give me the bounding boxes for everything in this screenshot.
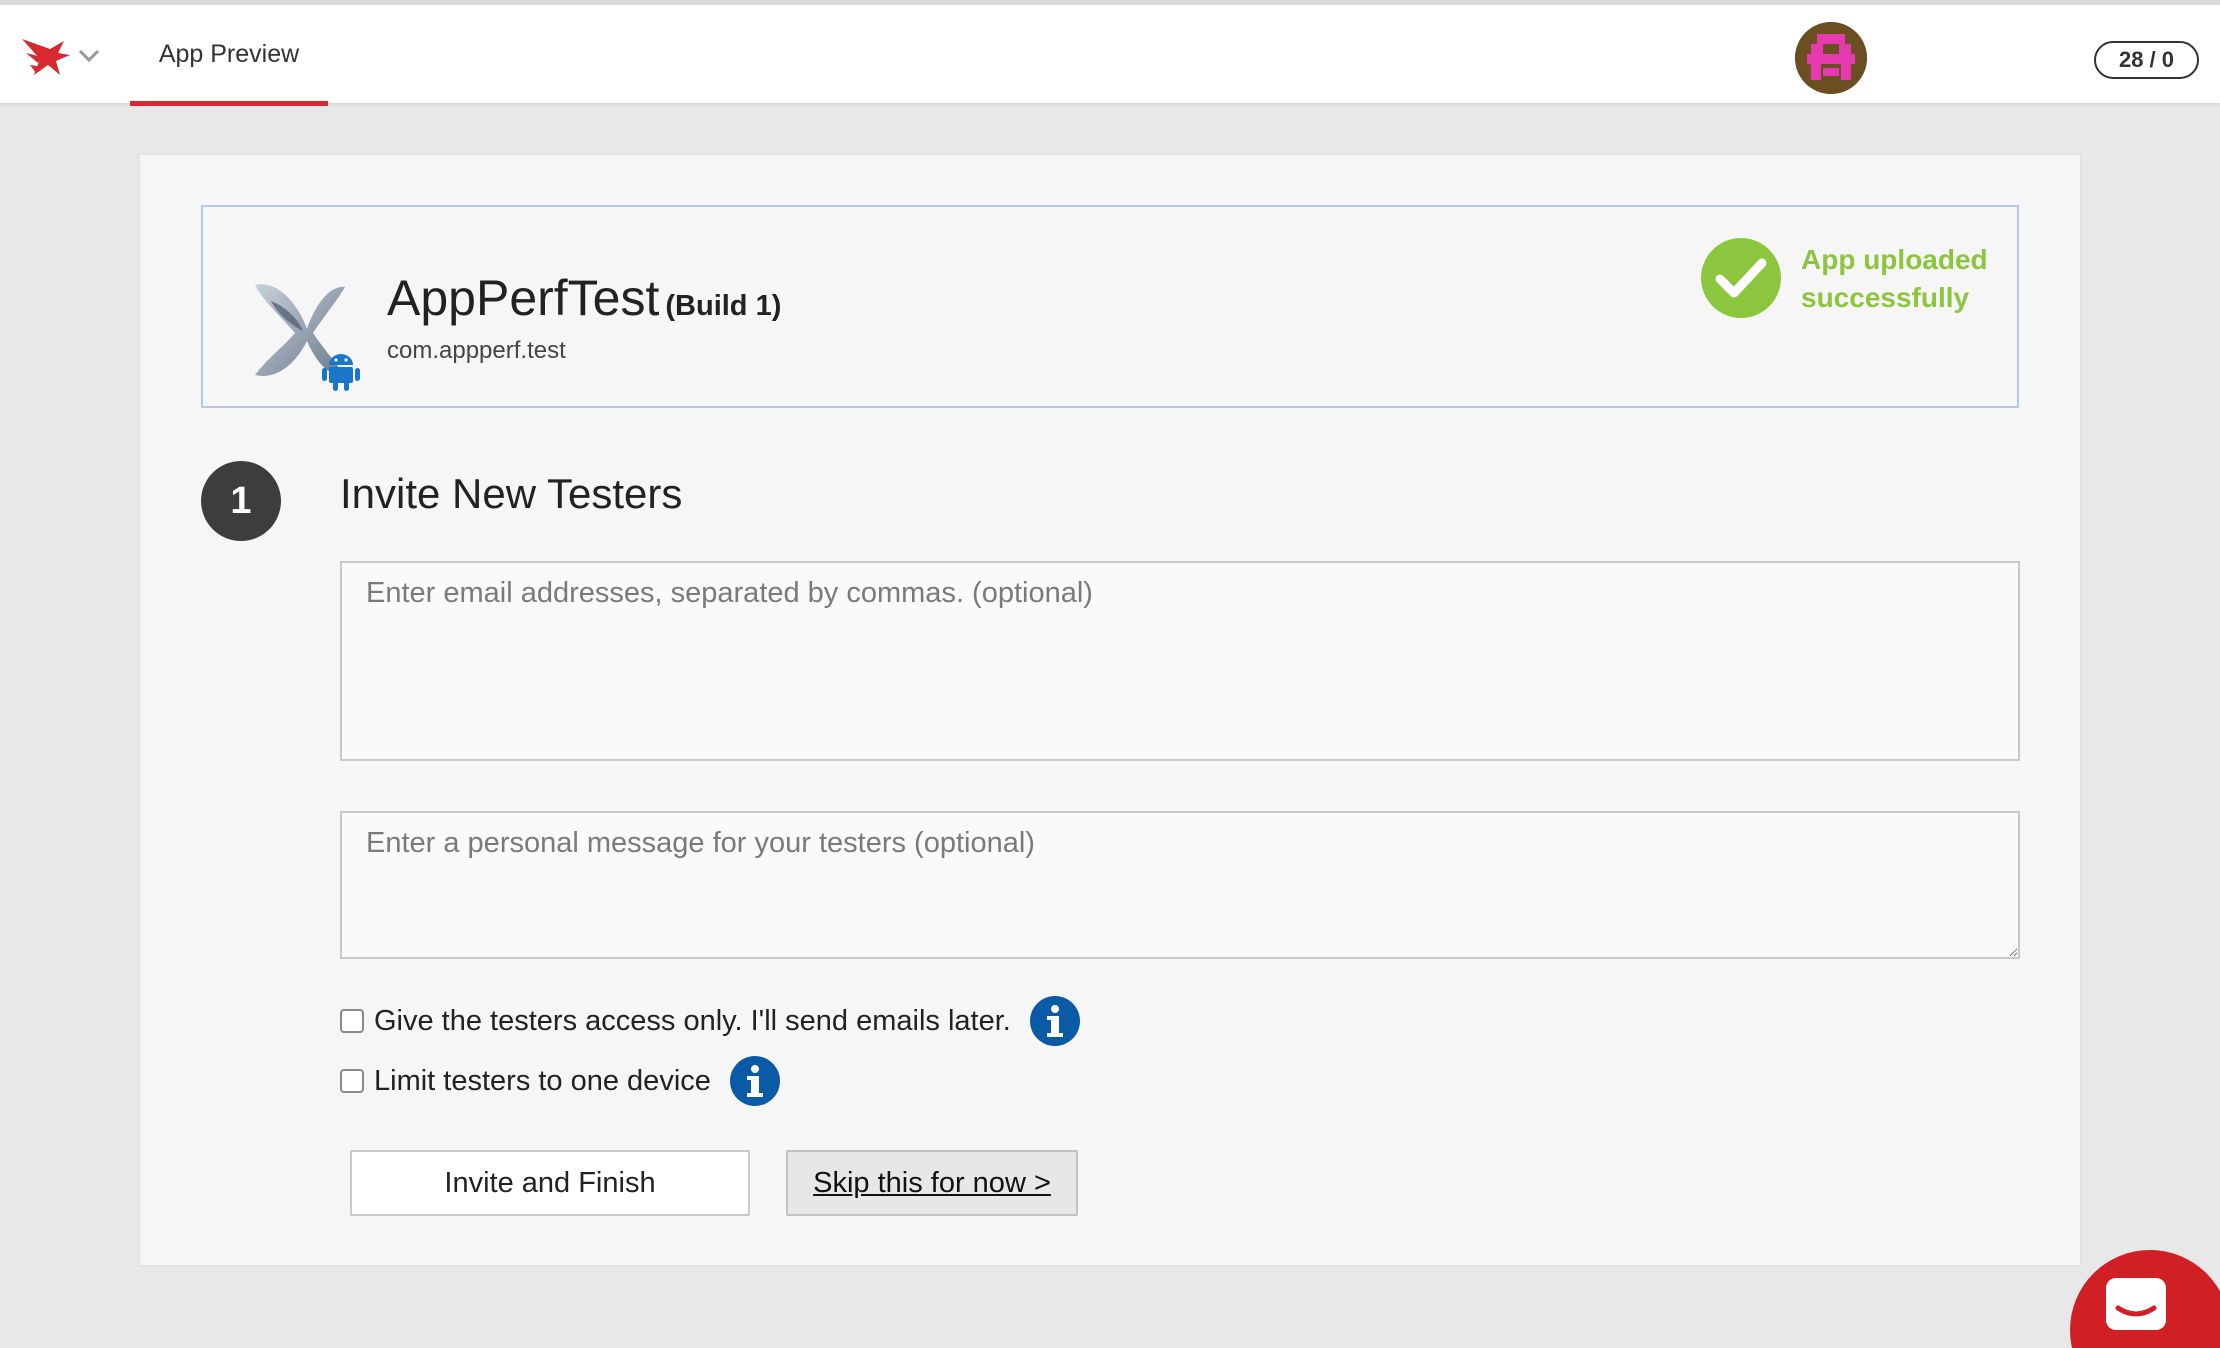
check-circle-icon xyxy=(1701,238,1781,318)
android-icon xyxy=(322,354,360,391)
counter-badge[interactable]: 28 / 0 xyxy=(2094,41,2199,79)
bird-logo-icon[interactable] xyxy=(20,35,72,81)
chat-button[interactable] xyxy=(2070,1250,2220,1348)
personal-message-input[interactable] xyxy=(340,811,2020,959)
access-only-label[interactable]: Give the testers access only. I'll send … xyxy=(374,1005,1011,1038)
top-navigation-bar: App Preview 28 / 0 xyxy=(0,0,2220,106)
main-card: AppPerfTest (Build 1) com.appperf.test Ap… xyxy=(140,155,2080,1265)
access-only-option: Give the testers access only. I'll send … xyxy=(340,995,1081,1047)
tab-app-preview-label: App Preview xyxy=(158,39,300,68)
skip-button[interactable]: Skip this for now > xyxy=(786,1150,1078,1216)
avatar[interactable] xyxy=(1795,22,1867,94)
step-number-badge: 1 xyxy=(201,461,281,541)
app-summary-panel: AppPerfTest (Build 1) com.appperf.test Ap… xyxy=(201,205,2019,408)
invite-and-finish-button[interactable]: Invite and Finish xyxy=(350,1150,750,1216)
limit-device-checkbox[interactable] xyxy=(340,1069,364,1093)
section-title: Invite New Testers xyxy=(340,470,683,517)
avatar-identicon-icon xyxy=(1795,22,1867,94)
info-icon[interactable] xyxy=(1029,995,1081,1047)
limit-device-label[interactable]: Limit testers to one device xyxy=(374,1065,711,1098)
app-name: AppPerfTest xyxy=(387,270,660,326)
access-only-checkbox[interactable] xyxy=(340,1009,364,1033)
info-icon[interactable] xyxy=(729,1055,781,1107)
chevron-down-icon[interactable] xyxy=(78,49,100,63)
limit-device-option: Limit testers to one device xyxy=(340,1055,781,1107)
app-title: AppPerfTest (Build 1) xyxy=(387,269,781,327)
chat-icon xyxy=(2106,1278,2166,1330)
bundle-id: com.appperf.test xyxy=(387,337,566,364)
email-addresses-input[interactable] xyxy=(340,561,2020,761)
app-build: (Build 1) xyxy=(665,290,782,322)
tab-app-preview[interactable]: App Preview xyxy=(130,5,328,106)
active-tab-indicator xyxy=(130,101,328,106)
upload-status-text: App uploaded successfully xyxy=(1801,244,1988,313)
